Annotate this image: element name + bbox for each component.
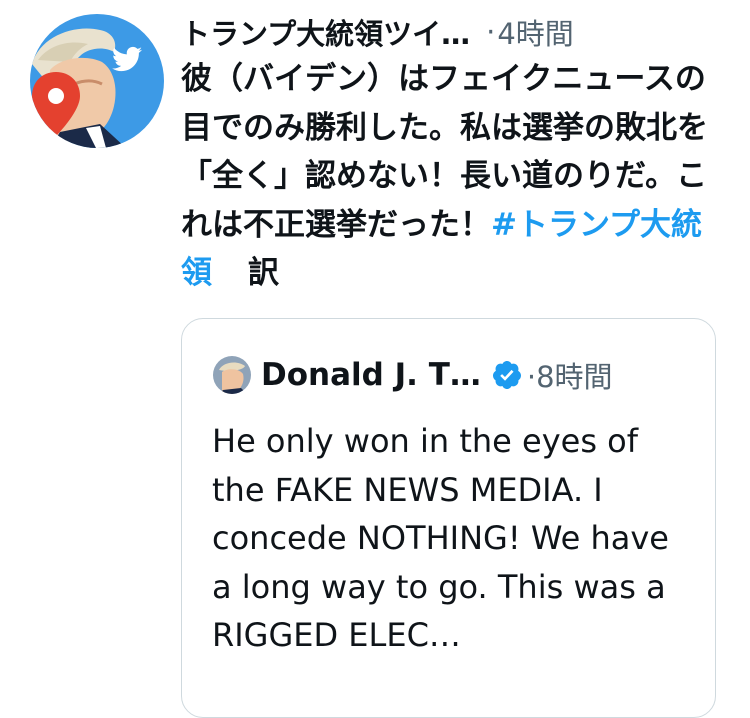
verified-badge-icon	[492, 361, 521, 389]
quoted-separator-dot: ·	[526, 360, 537, 394]
quoted-timestamp[interactable]: ·8時間	[527, 354, 613, 396]
avatar[interactable]	[30, 14, 164, 148]
quoted-tweet[interactable]: Donald J. T… ·8時間 He only won in the eye…	[181, 318, 716, 718]
separator-dot: ·	[486, 15, 496, 49]
quoted-author-name[interactable]: Donald J. T…	[261, 357, 481, 393]
tweet-text: 彼（バイデン）はフェイクニュースの目でのみ勝利した。私は選挙の敗北を「全く」認め…	[181, 55, 721, 298]
translate-button[interactable]: 訳	[248, 255, 279, 291]
author-name[interactable]: トランプ大統領ツイ…	[181, 11, 470, 53]
quoted-time: 8時間	[536, 360, 613, 394]
avatar-image	[30, 14, 164, 148]
tweet-header: トランプ大統領ツイ… · 4時間	[181, 12, 721, 52]
quoted-tweet-text: He only won in the eyes of the FAKE NEWS…	[212, 422, 669, 654]
tweet-timestamp[interactable]: 4時間	[497, 11, 573, 53]
quoted-tweet-header: Donald J. T… ·8時間	[213, 354, 613, 396]
quoted-avatar[interactable]	[213, 356, 251, 394]
quoted-avatar-image	[213, 356, 251, 394]
